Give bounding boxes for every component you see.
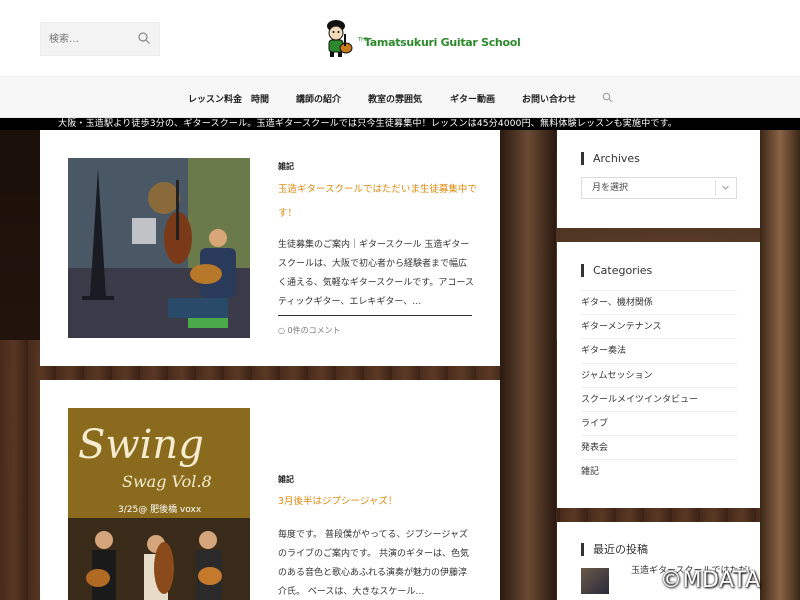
category-item[interactable]: ギター奏法	[581, 338, 737, 362]
categories-title: Categories	[581, 264, 652, 277]
post-card: 雑記 玉造ギタースクールではただいま生徒募集中です！ 生徒募集のご案内｜ギタース…	[40, 130, 500, 366]
nav-item-atmosphere[interactable]: 教室の雰囲気	[368, 92, 422, 105]
archives-select[interactable]: 月を選択	[581, 177, 737, 199]
nav-item-instructor[interactable]: 講師の紹介	[296, 92, 341, 105]
post-category[interactable]: 雑記	[278, 161, 294, 172]
band-photo	[68, 518, 250, 600]
nav-item-contact[interactable]: お問い合わせ	[522, 92, 576, 105]
mascot-logo-icon	[327, 20, 353, 57]
recent-posts-title: 最近の投稿	[581, 543, 648, 556]
nav-search-icon[interactable]	[602, 92, 613, 103]
search-icon[interactable]	[137, 31, 151, 45]
thumb-title: Swing	[78, 422, 204, 468]
thumb-date: 3/25@ 肥後橋 voxx	[118, 505, 202, 515]
header-search	[40, 22, 160, 56]
post-thumbnail[interactable]: Swing Swag Vol.8 3/25@ 肥後橋 voxx	[68, 408, 250, 600]
recent-post-thumbnail[interactable]	[581, 568, 609, 594]
nav-item-lesson-fee[interactable]: レッスン料金 時間	[188, 92, 269, 105]
category-item[interactable]: 発表会	[581, 435, 737, 459]
category-item[interactable]: ギターメンテナンス	[581, 314, 737, 338]
categories-list: ギター、機材関係 ギターメンテナンス ギター奏法 ジャムセッション スクールメイ…	[581, 290, 737, 484]
announcement-ticker: 大阪・玉造駅より徒歩3分の、ギタースクール。玉造ギタースクールでは只今生徒募集中…	[0, 118, 800, 130]
logo-text: Tamatsukuri Guitar School	[364, 36, 521, 49]
watermark: ©MDATA	[660, 568, 761, 593]
nav-item-guitar-video[interactable]: ギター動画	[450, 92, 495, 105]
thumb-subtitle: Swag Vol.8	[122, 472, 212, 491]
comment-icon: ○	[278, 326, 288, 335]
post-title[interactable]: 玉造ギタースクールではただいま生徒募集中です！	[278, 178, 478, 226]
chevron-down-icon	[722, 185, 729, 190]
post-card: Swing Swag Vol.8 3/25@ 肥後橋 voxx 雑記 3月後半は…	[40, 380, 500, 600]
post-thumbnail[interactable]	[68, 158, 250, 338]
category-item[interactable]: ジャムセッション	[581, 362, 737, 387]
site-header: THE Tamatsukuri Guitar School	[0, 0, 800, 76]
search-input[interactable]	[41, 23, 137, 55]
site-logo[interactable]: THE Tamatsukuri Guitar School	[322, 18, 521, 58]
post-comments[interactable]: ○ 0件のコメント	[278, 325, 341, 336]
main-navigation: レッスン料金 時間 講師の紹介 教室の雰囲気 ギター動画 お問い合わせ	[0, 76, 800, 118]
categories-widget: Categories ギター、機材関係 ギターメンテナンス ギター奏法 ジャムセ…	[557, 242, 760, 508]
post-excerpt: 生徒募集のご案内｜ギタースクール 玉造ギタースクールは、大阪で初心者から経験者ま…	[278, 240, 474, 307]
post-excerpt: 毎度です。 普段僕がやってる、ジプシージャズのライブのご案内です。 共演のギター…	[278, 530, 469, 597]
live-performance-image	[68, 158, 250, 338]
post-category[interactable]: 雑記	[278, 474, 294, 485]
archives-title: Archives	[581, 152, 640, 165]
post-title[interactable]: 3月後半はジプシージャズ！	[278, 490, 478, 514]
post-divider	[278, 315, 472, 316]
category-item[interactable]: スクールメイツインタビュー	[581, 386, 737, 411]
category-item[interactable]: ライブ	[581, 410, 737, 435]
category-item[interactable]: 雑記	[581, 459, 737, 483]
category-item[interactable]: ギター、機材関係	[581, 290, 737, 314]
archives-widget: Archives 月を選択	[557, 130, 760, 228]
